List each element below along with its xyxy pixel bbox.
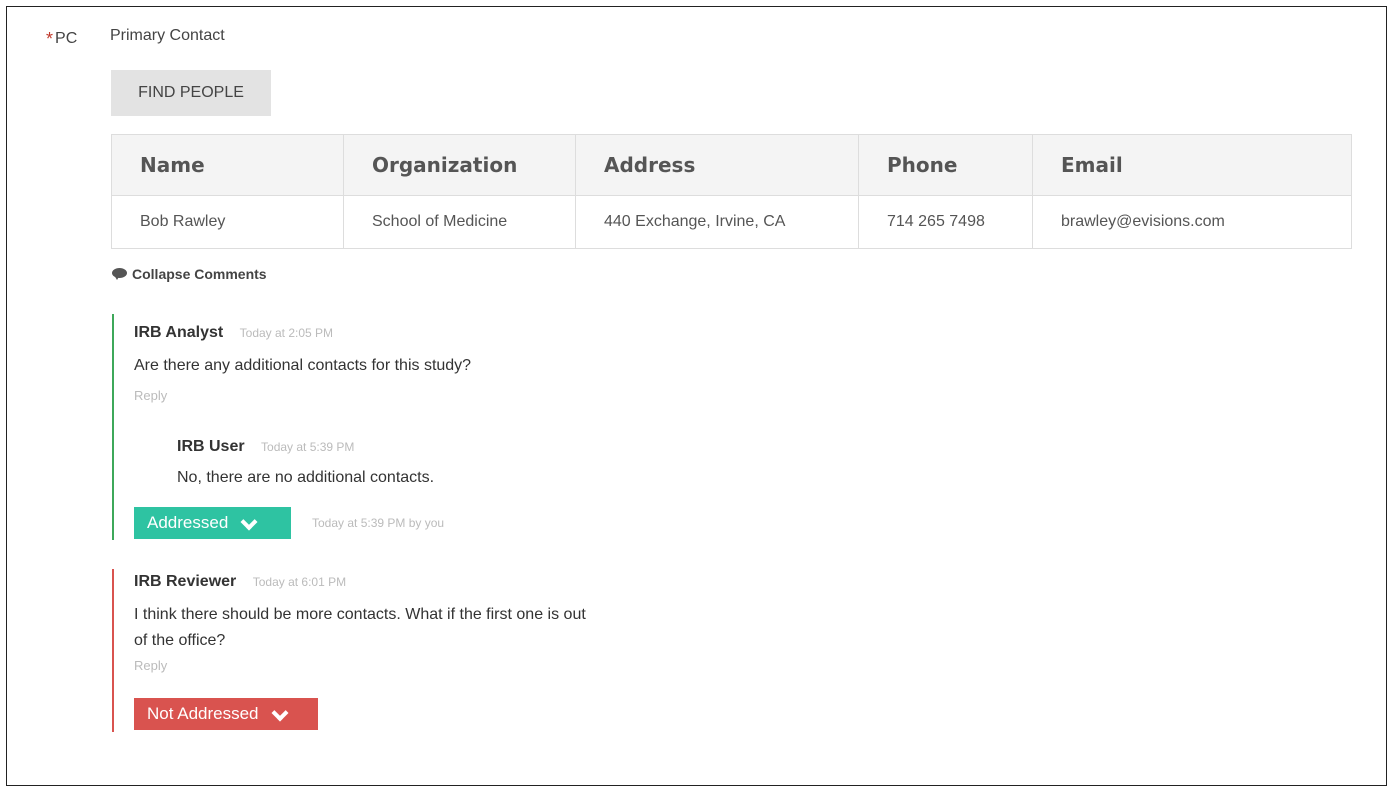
column-header-email[interactable]: Email [1032, 134, 1352, 196]
table-row[interactable]: Bob Rawley School of Medicine 440 Exchan… [111, 195, 1352, 249]
comment-text-line-1: I think there should be more contacts. W… [134, 606, 586, 623]
status-meta: Today at 5:39 PM by you [312, 516, 445, 530]
comment-header: IRB Reviewer Today at 6:01 PM [134, 573, 346, 591]
comment-author: IRB Reviewer [134, 573, 237, 590]
comment-text: Are there any additional contacts for th… [134, 357, 472, 374]
collapse-comments-link[interactable]: Collapse Comments [112, 266, 267, 282]
cell-name: Bob Rawley [111, 195, 344, 249]
status-dropdown-addressed[interactable]: Addressed [134, 507, 291, 539]
comment-timestamp: Today at 2:05 PM [239, 326, 334, 340]
cell-organization: School of Medicine [343, 195, 576, 249]
cell-phone: 714 265 7498 [858, 195, 1033, 249]
collapse-comments-label: Collapse Comments [132, 266, 267, 282]
question-code: * PC [46, 27, 78, 49]
reply-timestamp: Today at 5:39 PM [261, 440, 355, 454]
find-people-button[interactable]: FIND PEOPLE [111, 70, 271, 116]
reply-link[interactable]: Reply [134, 388, 167, 403]
column-header-organization[interactable]: Organization [343, 134, 576, 196]
chevron-down-icon [271, 707, 289, 721]
table-header-row: Name Organization Address Phone Email [111, 134, 1352, 196]
chevron-down-icon [240, 516, 258, 530]
status-label: Not Addressed [147, 704, 259, 723]
cell-email: brawley@evisions.com [1032, 195, 1352, 249]
status-dropdown-not-addressed[interactable]: Not Addressed [134, 698, 318, 730]
reply-author: IRB User [177, 438, 245, 455]
required-marker: * [46, 29, 54, 49]
reply-link[interactable]: Reply [134, 658, 167, 673]
cell-address: 440 Exchange, Irvine, CA [575, 195, 859, 249]
column-header-name[interactable]: Name [111, 134, 344, 196]
comment-thread: IRB Analyst Today at 2:05 PM Are there a… [112, 314, 712, 540]
comment-timestamp: Today at 6:01 PM [252, 575, 347, 589]
reply-header: IRB User Today at 5:39 PM [177, 438, 354, 456]
speech-bubble-icon [112, 268, 128, 280]
reply-text: No, there are no additional contacts. [177, 469, 435, 486]
comment-header: IRB Analyst Today at 2:05 PM [134, 324, 333, 342]
contacts-table: Name Organization Address Phone Email Bo… [111, 134, 1352, 249]
status-label: Addressed [147, 513, 229, 532]
column-header-phone[interactable]: Phone [858, 134, 1033, 196]
question-code-label: PC [55, 30, 78, 47]
column-header-address[interactable]: Address [575, 134, 859, 196]
comment-author: IRB Analyst [134, 324, 224, 341]
question-title: Primary Contact [110, 27, 225, 44]
comment-text-line-2: of the office? [134, 632, 226, 649]
comment-thread: IRB Reviewer Today at 6:01 PM I think th… [112, 569, 712, 732]
